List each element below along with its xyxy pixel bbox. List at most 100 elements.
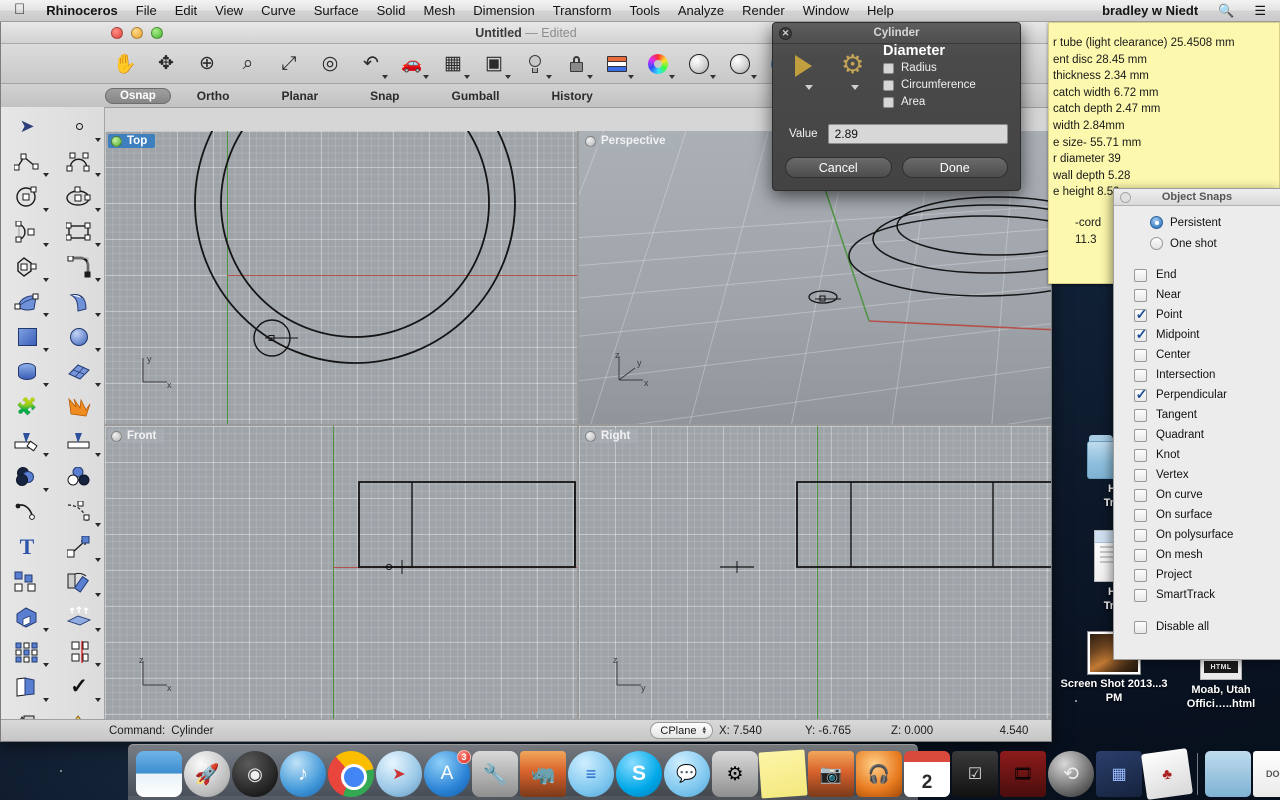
close-icon[interactable]: ✕: [779, 27, 792, 40]
snap-knot-checkbox[interactable]: [1134, 448, 1147, 462]
one-shot-radio[interactable]: [1150, 237, 1163, 250]
dock-itunes[interactable]: ♪: [280, 751, 326, 797]
menu-surface[interactable]: Surface: [305, 0, 368, 22]
viewport-top-label[interactable]: Top: [108, 134, 156, 148]
grid-array-tool[interactable]: [1, 634, 53, 669]
box-tool[interactable]: [1, 319, 53, 354]
dock-sketchup[interactable]: 🔧: [472, 751, 518, 797]
dock-chrome[interactable]: [328, 751, 374, 797]
snap-vertex-checkbox[interactable]: [1134, 468, 1147, 482]
ghosted-view-icon[interactable]: [720, 46, 760, 82]
viewport-right[interactable]: Right zy: [579, 426, 1051, 719]
gumball-toggle[interactable]: Gumball: [426, 89, 526, 103]
radius-checkbox[interactable]: [883, 62, 894, 74]
rotate-view-icon[interactable]: ✥: [146, 46, 186, 82]
curve-tool[interactable]: [53, 144, 105, 179]
gears-icon[interactable]: ⚙: [841, 49, 875, 90]
snap-disable-all-checkbox[interactable]: [1134, 620, 1147, 634]
cylinder-tool[interactable]: [1, 354, 53, 389]
select-objects-icon[interactable]: ▣: [474, 46, 514, 82]
done-button[interactable]: Done: [901, 157, 1008, 178]
light-bulb-icon[interactable]: [515, 46, 555, 82]
trim-tool[interactable]: [1, 424, 53, 459]
snap-project[interactable]: Project: [1134, 565, 1280, 585]
snap-center[interactable]: Center: [1134, 345, 1280, 365]
viewport-top[interactable]: Top yx: [105, 131, 577, 424]
arc-tool[interactable]: [1, 214, 53, 249]
osnap-toggle[interactable]: Osnap: [105, 87, 171, 104]
snap-tangent-checkbox[interactable]: [1134, 408, 1147, 422]
dock-safari[interactable]: ➤: [376, 751, 422, 797]
circumference-checkbox[interactable]: [883, 79, 894, 91]
snap-on-polysurface[interactable]: On polysurface: [1134, 525, 1280, 545]
page-layout-tool[interactable]: [1, 669, 53, 704]
menu-dimension[interactable]: Dimension: [464, 0, 543, 22]
dock-makerware[interactable]: ≡: [568, 751, 614, 797]
apple-icon[interactable]: : [0, 2, 37, 17]
snap-midpoint[interactable]: Midpoint: [1134, 325, 1280, 345]
menu-solid[interactable]: Solid: [368, 0, 415, 22]
search-icon[interactable]: 🔍: [1208, 3, 1244, 19]
snap-vertex[interactable]: Vertex: [1134, 465, 1280, 485]
dock-calendar[interactable]: 2: [904, 751, 950, 797]
dock-stickies[interactable]: [758, 749, 808, 799]
dock-launchpad[interactable]: 🚀: [184, 751, 230, 797]
dock-cards[interactable]: ♣: [1141, 748, 1193, 800]
viewport-perspective-label[interactable]: Perspective: [582, 134, 674, 148]
menu-view[interactable]: View: [206, 0, 252, 22]
layers-icon[interactable]: [597, 46, 637, 82]
boolean-difference-tool[interactable]: [53, 459, 105, 494]
viewport-right-label[interactable]: Right: [582, 429, 639, 443]
snap-point[interactable]: Point: [1134, 305, 1280, 325]
dock-app-store[interactable]: A3: [424, 750, 471, 797]
split-tool[interactable]: [53, 424, 105, 459]
undo-view-icon[interactable]: ↶: [351, 46, 391, 82]
zoom-window-icon[interactable]: ⌕: [228, 46, 268, 82]
menu-mesh[interactable]: Mesh: [415, 0, 465, 22]
value-input[interactable]: 2.89: [827, 124, 1008, 144]
snap-midpoint-checkbox[interactable]: [1134, 326, 1148, 343]
viewport-front[interactable]: Front zx: [105, 426, 577, 719]
dock-system-preferences[interactable]: ⚙: [712, 751, 758, 797]
pan-icon[interactable]: ✋: [105, 46, 145, 82]
ellipse-tool[interactable]: [53, 179, 105, 214]
snap-smarttrack-checkbox[interactable]: [1134, 588, 1147, 602]
cone-icon[interactable]: [795, 49, 829, 90]
circumference-option-row[interactable]: Circumference: [883, 79, 1012, 91]
snap-quadrant-checkbox[interactable]: [1134, 428, 1147, 442]
dock-documents-folder[interactable]: [1205, 751, 1251, 797]
boolean-union-tool[interactable]: [1, 459, 53, 494]
snap-disable-all[interactable]: Disable all: [1134, 617, 1280, 637]
snap-on-surface[interactable]: On surface: [1134, 505, 1280, 525]
menu-window[interactable]: Window: [794, 0, 858, 22]
snap-knot[interactable]: Knot: [1134, 445, 1280, 465]
snap-on-curve[interactable]: On curve: [1134, 485, 1280, 505]
snap-perpendicular[interactable]: Perpendicular: [1134, 385, 1280, 405]
snap-smarttrack[interactable]: SmartTrack: [1134, 585, 1280, 605]
snap-intersection-checkbox[interactable]: [1134, 368, 1147, 382]
snap-on-mesh-checkbox[interactable]: [1134, 548, 1147, 562]
snap-end[interactable]: End: [1134, 265, 1280, 285]
menu-transform[interactable]: Transform: [544, 0, 621, 22]
snap-on-surface-checkbox[interactable]: [1134, 508, 1147, 522]
mirror-tool[interactable]: [53, 634, 105, 669]
color-wheel-icon[interactable]: [638, 46, 678, 82]
snap-center-checkbox[interactable]: [1134, 348, 1147, 362]
check-tool[interactable]: ✓: [53, 669, 105, 704]
zoom-extents-icon[interactable]: ⤢: [269, 46, 309, 82]
dock-dashboard[interactable]: ◉: [232, 751, 278, 797]
sphere-tool[interactable]: [53, 319, 105, 354]
dock-time-machine[interactable]: ⟲: [1048, 751, 1094, 797]
snap-quadrant[interactable]: Quadrant: [1134, 425, 1280, 445]
zoom-icon[interactable]: ⊕: [187, 46, 227, 82]
history-toggle[interactable]: History: [526, 89, 619, 103]
car-icon[interactable]: 🚗: [392, 46, 432, 82]
offset-surface-tool[interactable]: [53, 599, 105, 634]
control-points-tool[interactable]: [53, 494, 105, 529]
dock-finder[interactable]: [136, 751, 182, 797]
snap-on-mesh[interactable]: On mesh: [1134, 545, 1280, 565]
snap-point-checkbox[interactable]: [1134, 306, 1148, 323]
array-tool[interactable]: [1, 564, 53, 599]
dock-iphoto[interactable]: 📷: [808, 751, 854, 797]
point-tool[interactable]: [53, 109, 105, 144]
